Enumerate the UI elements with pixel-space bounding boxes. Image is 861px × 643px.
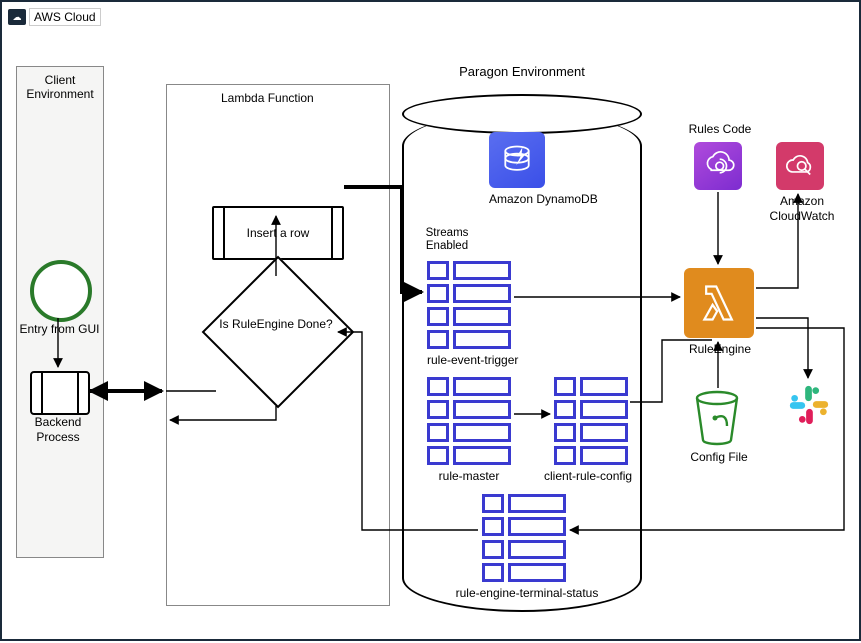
- config-file-label: Config File: [680, 450, 758, 465]
- decision-diamond-icon: [202, 256, 355, 409]
- backend-process-node: [30, 371, 90, 415]
- rules-code-label: Rules Code: [677, 122, 763, 137]
- table-client-rule-config: client-rule-config: [554, 377, 628, 483]
- table-client-rule-config-label: client-rule-config: [544, 469, 628, 483]
- table-rule-event-trigger: rule-event-trigger: [427, 261, 511, 367]
- table-terminal-status-label: rule-engine-terminal-status: [452, 586, 602, 600]
- cloudwatch-icon: [776, 142, 824, 190]
- table-rule-event-trigger-label: rule-event-trigger: [427, 353, 511, 367]
- rules-code-icon: [694, 142, 742, 190]
- dynamodb-service: Amazon DynamoDB: [489, 132, 598, 206]
- lambda-function-title: Lambda Function: [221, 91, 314, 105]
- aws-cloud-label: AWS Cloud: [29, 8, 101, 26]
- decision-label: Is RuleEngine Done?: [216, 317, 336, 332]
- client-environment-title: Client Environment: [17, 73, 103, 102]
- insert-row-label: Insert a row: [247, 226, 310, 240]
- cloudwatch-label: Amazon CloudWatch: [762, 194, 842, 224]
- insert-row-step: Insert a row: [212, 206, 344, 260]
- entry-from-gui-node: [30, 260, 92, 322]
- table-rule-master-label: rule-master: [427, 469, 511, 483]
- aws-cloud-tag: ☁ AWS Cloud: [8, 8, 101, 26]
- table-rule-master: rule-master: [427, 377, 511, 483]
- paragon-environment-title: Paragon Environment: [404, 64, 640, 79]
- table-terminal-status: rule-engine-terminal-status: [482, 494, 566, 600]
- config-file-bucket-icon: [692, 390, 742, 449]
- dynamodb-label: Amazon DynamoDB: [489, 192, 598, 206]
- rule-engine-lambda-icon: [684, 268, 754, 338]
- entry-from-gui-label: Entry from GUI: [12, 322, 107, 337]
- aws-cloud-icon: ☁: [8, 9, 26, 25]
- streams-enabled-label: Streams Enabled: [415, 227, 479, 253]
- decision-node: [224, 278, 332, 386]
- backend-process-label: Backend Process: [17, 415, 99, 445]
- slack-icon: [786, 382, 832, 431]
- rule-engine-label: RuleEngine: [682, 342, 758, 357]
- dynamodb-icon: [489, 132, 545, 188]
- diagram-canvas: ☁ AWS Cloud Client Environment Entry fro…: [0, 0, 861, 641]
